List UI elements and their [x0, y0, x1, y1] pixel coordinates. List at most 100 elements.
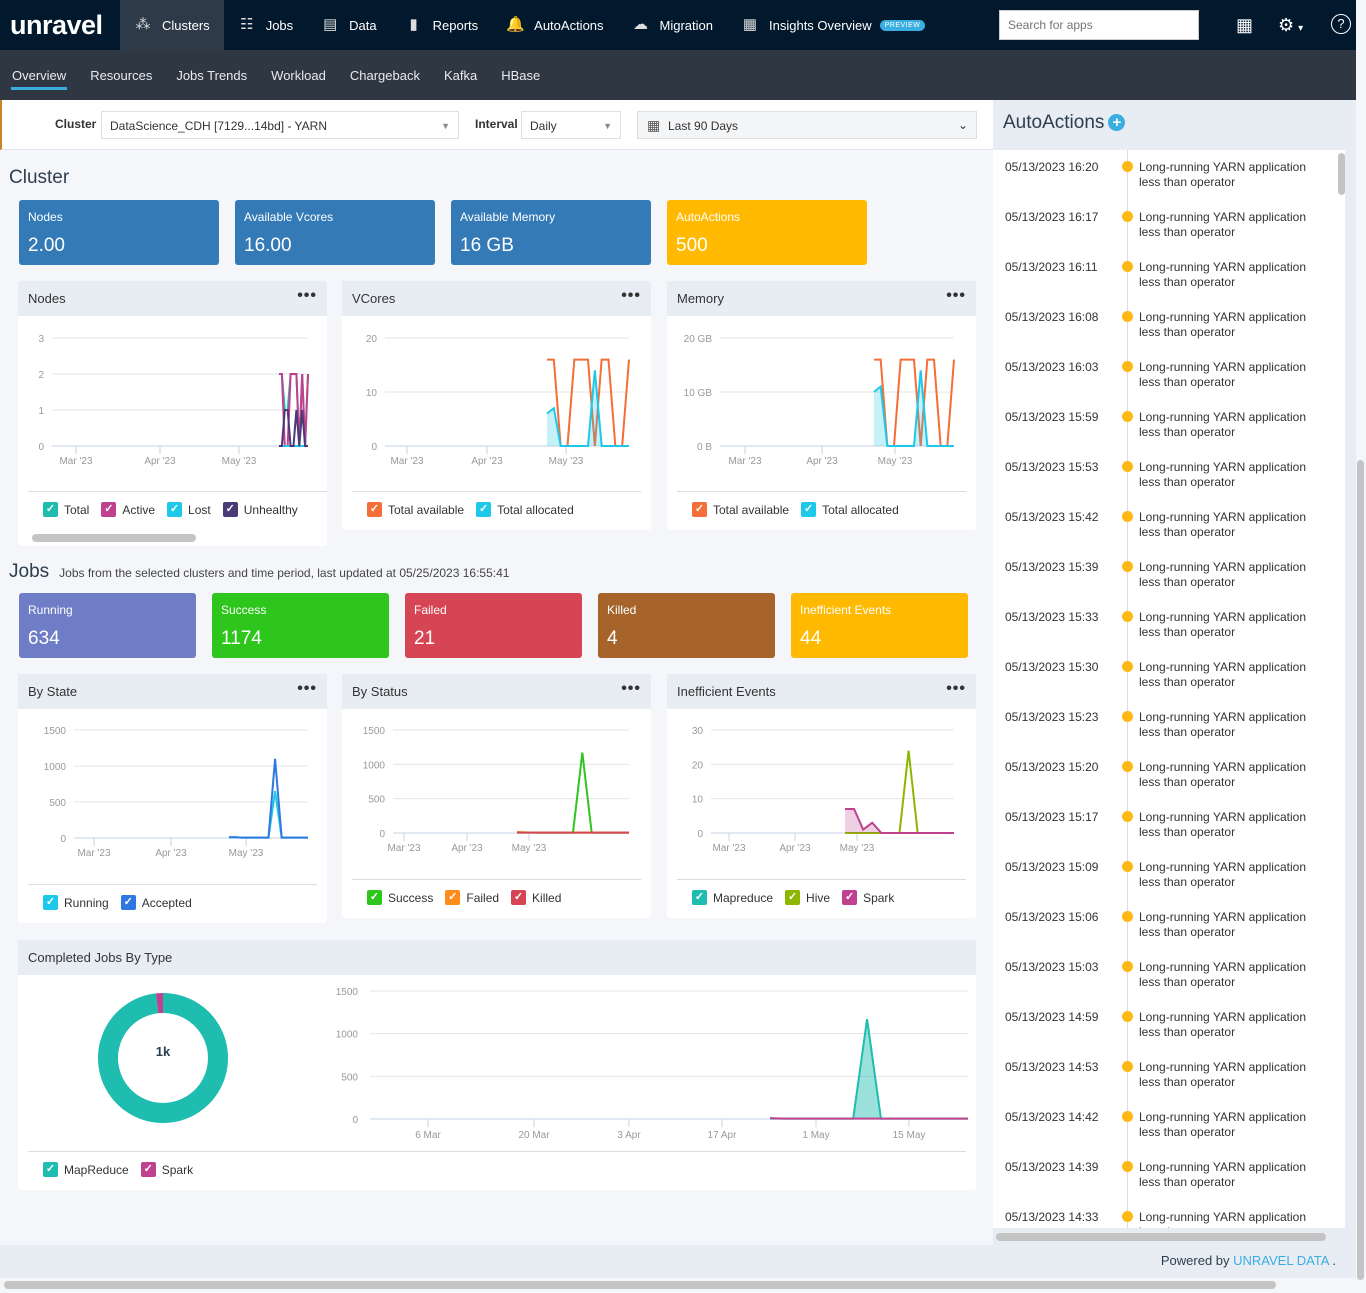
- autoaction-item[interactable]: 05/13/2023 15:59 Long-running YARN applic…: [993, 400, 1333, 450]
- kpi-nodes[interactable]: Nodes 2.00: [19, 200, 219, 265]
- autoaction-item[interactable]: 05/13/2023 15:23 Long-running YARN applic…: [993, 700, 1333, 750]
- panel-header: By Status •••: [342, 674, 651, 709]
- autoaction-item[interactable]: 05/13/2023 16:11 Long-running YARN applic…: [993, 250, 1333, 300]
- legend-item-lost[interactable]: ✓ Lost: [167, 502, 211, 517]
- autoaction-item[interactable]: 05/13/2023 15:42 Long-running YARN applic…: [993, 500, 1333, 550]
- legend-item-killed[interactable]: ✓ Killed: [511, 890, 561, 905]
- legend-item-total[interactable]: ✓ Total: [43, 502, 89, 517]
- legend-item-active[interactable]: ✓ Active: [101, 502, 155, 517]
- help-icon[interactable]: ?: [1331, 14, 1351, 34]
- legend-item-hive[interactable]: ✓ Hive: [785, 890, 830, 905]
- more-options-icon[interactable]: •••: [946, 680, 966, 698]
- tab-jobs-trends[interactable]: Jobs Trends: [164, 50, 259, 100]
- apps-grid-icon[interactable]: ▦: [1236, 14, 1253, 36]
- autoaction-item[interactable]: 05/13/2023 14:39 Long-running YARN applic…: [993, 1150, 1333, 1200]
- legend-item-spark[interactable]: ✓ Spark: [140, 1162, 193, 1177]
- autoaction-time: 05/13/2023 15:23: [1005, 710, 1099, 724]
- x-tick-label: May '23: [229, 848, 264, 859]
- unravel-data-link[interactable]: UNRAVEL DATA: [1233, 1253, 1329, 1268]
- autoaction-item[interactable]: 05/13/2023 16:20 Long-running YARN applic…: [993, 150, 1333, 200]
- checkbox-checked-icon: ✓: [101, 502, 117, 517]
- date-range-select[interactable]: ▦ Last 90 Days ⌄: [637, 111, 977, 139]
- legend-item-spark[interactable]: ✓ Spark: [842, 890, 894, 905]
- legend-item-failed[interactable]: ✓ Failed: [445, 890, 499, 905]
- nav-jobs[interactable]: ☷ Jobs: [224, 0, 307, 50]
- nav-insights-overview[interactable]: ▦ Insights Overview PREVIEW: [727, 0, 939, 50]
- autoaction-item[interactable]: 05/13/2023 15:17 Long-running YARN applic…: [993, 800, 1333, 850]
- autoaction-item[interactable]: 05/13/2023 14:42 Long-running YARN applic…: [993, 1100, 1333, 1150]
- legend-item-total-allocated[interactable]: ✓ Total allocated: [801, 502, 899, 517]
- nav-autoactions[interactable]: 🔔 AutoActions: [492, 0, 617, 50]
- tab-workload[interactable]: Workload: [259, 50, 338, 100]
- legend-item-running[interactable]: ✓ Running: [43, 895, 109, 910]
- legend-item-accepted[interactable]: ✓ Accepted: [120, 895, 192, 910]
- kpi-value: 16.00: [244, 235, 292, 256]
- nav-label: Jobs: [265, 17, 294, 33]
- tab-kafka[interactable]: Kafka: [432, 50, 489, 100]
- more-options-icon[interactable]: •••: [297, 680, 317, 698]
- legend-label: Active: [122, 502, 156, 517]
- autoaction-item[interactable]: 05/13/2023 15:53 Long-running YARN applic…: [993, 450, 1333, 500]
- more-options-icon[interactable]: •••: [297, 287, 317, 305]
- series-line-hive: [845, 750, 954, 834]
- autoaction-item[interactable]: 05/13/2023 14:53 Long-running YARN applic…: [993, 1050, 1333, 1100]
- kpi-autoactions[interactable]: AutoActions 500: [667, 200, 867, 265]
- more-options-icon[interactable]: •••: [946, 287, 966, 305]
- autoactions-scrollbar[interactable]: [1338, 153, 1345, 195]
- autoaction-item[interactable]: 05/13/2023 15:03 Long-running YARN applic…: [993, 950, 1333, 1000]
- autoaction-item[interactable]: 05/13/2023 15:33 Long-running YARN applic…: [993, 600, 1333, 650]
- kpi-available-memory[interactable]: Available Memory 16 GB: [451, 200, 651, 265]
- cluster-section-title: Cluster: [9, 167, 70, 188]
- autoaction-item[interactable]: 05/13/2023 14:59 Long-running YARN applic…: [993, 1000, 1333, 1050]
- tab-resources[interactable]: Resources: [78, 50, 164, 100]
- kpi-running[interactable]: Running 634: [19, 593, 196, 658]
- add-autoaction-icon[interactable]: +: [1108, 114, 1126, 131]
- interval-select[interactable]: Daily ▼: [521, 111, 621, 139]
- status-dot-icon: [1122, 961, 1133, 972]
- autoaction-item[interactable]: 05/13/2023 16:17 Long-running YARN applic…: [993, 200, 1333, 250]
- legend-item-total-allocated[interactable]: ✓ Total allocated: [476, 502, 574, 517]
- legend-item-total-available[interactable]: ✓ Total available: [367, 502, 464, 517]
- kpi-available-vcores[interactable]: Available Vcores 16.00: [235, 200, 435, 265]
- more-options-icon[interactable]: •••: [621, 287, 641, 305]
- autoaction-item[interactable]: 05/13/2023 15:09 Long-running YARN applic…: [993, 850, 1333, 900]
- nav-migration[interactable]: ☁ Migration: [618, 0, 727, 50]
- autoactions-h-scrollbar[interactable]: [996, 1233, 1326, 1241]
- nav-clusters[interactable]: ⁂ Clusters: [120, 0, 224, 50]
- nav-reports[interactable]: ▮ Reports: [391, 0, 493, 50]
- settings-wrench-icon[interactable]: ⚙ ▾: [1278, 14, 1303, 40]
- legend-scrollbar[interactable]: [32, 534, 196, 542]
- kpi-success[interactable]: Success 1174: [212, 593, 389, 658]
- autoaction-item[interactable]: 05/13/2023 15:30 Long-running YARN applic…: [993, 650, 1333, 700]
- legend-item-success[interactable]: ✓ Success: [367, 890, 433, 905]
- x-tick-label: Mar '23: [712, 843, 745, 854]
- legend-item-unhealthy[interactable]: ✓ Unhealthy: [222, 502, 298, 517]
- kpi-inefficient-events[interactable]: Inefficient Events 44: [791, 593, 968, 658]
- legend-item-mapreduce[interactable]: ✓ Mapreduce: [692, 890, 773, 905]
- chart-legend: ✓ Running ✓ Accepted: [28, 884, 317, 920]
- unravel-logo[interactable]: unravel: [0, 0, 120, 50]
- page-v-scrollbar[interactable]: [1357, 460, 1364, 1280]
- cluster-select[interactable]: DataScience_CDH [7129...14bd] - YARN ▼: [101, 111, 459, 139]
- more-options-icon[interactable]: •••: [621, 680, 641, 698]
- autoaction-item[interactable]: 05/13/2023 16:03 Long-running YARN applic…: [993, 350, 1333, 400]
- nav-data[interactable]: ▤ Data: [307, 0, 390, 50]
- autoaction-message: Long-running YARN application less than …: [1139, 660, 1306, 689]
- legend-item-mapreduce[interactable]: ✓ MapReduce: [43, 1162, 129, 1177]
- kpi-killed[interactable]: Killed 4: [598, 593, 775, 658]
- page-h-scrollbar[interactable]: [4, 1281, 1276, 1289]
- autoaction-item[interactable]: 05/13/2023 15:06 Long-running YARN applic…: [993, 900, 1333, 950]
- tab-chargeback[interactable]: Chargeback: [338, 50, 432, 100]
- legend-item-total-available[interactable]: ✓ Total available: [692, 502, 789, 517]
- footer: Powered by UNRAVEL DATA .: [0, 1245, 1356, 1278]
- autoaction-item[interactable]: 05/13/2023 14:33 Long-running YARN applic…: [993, 1200, 1333, 1228]
- kpi-failed[interactable]: Failed 21: [405, 593, 582, 658]
- tab-overview[interactable]: Overview: [0, 50, 78, 100]
- autoaction-item[interactable]: 05/13/2023 15:20 Long-running YARN applic…: [993, 750, 1333, 800]
- autoaction-message: Long-running YARN application less than …: [1139, 1110, 1306, 1139]
- search-apps-input[interactable]: [999, 10, 1199, 40]
- autoaction-item[interactable]: 05/13/2023 15:39 Long-running YARN applic…: [993, 550, 1333, 600]
- autoaction-item[interactable]: 05/13/2023 16:08 Long-running YARN applic…: [993, 300, 1333, 350]
- tab-hbase[interactable]: HBase: [489, 50, 552, 100]
- insights-icon: ▦: [742, 16, 758, 33]
